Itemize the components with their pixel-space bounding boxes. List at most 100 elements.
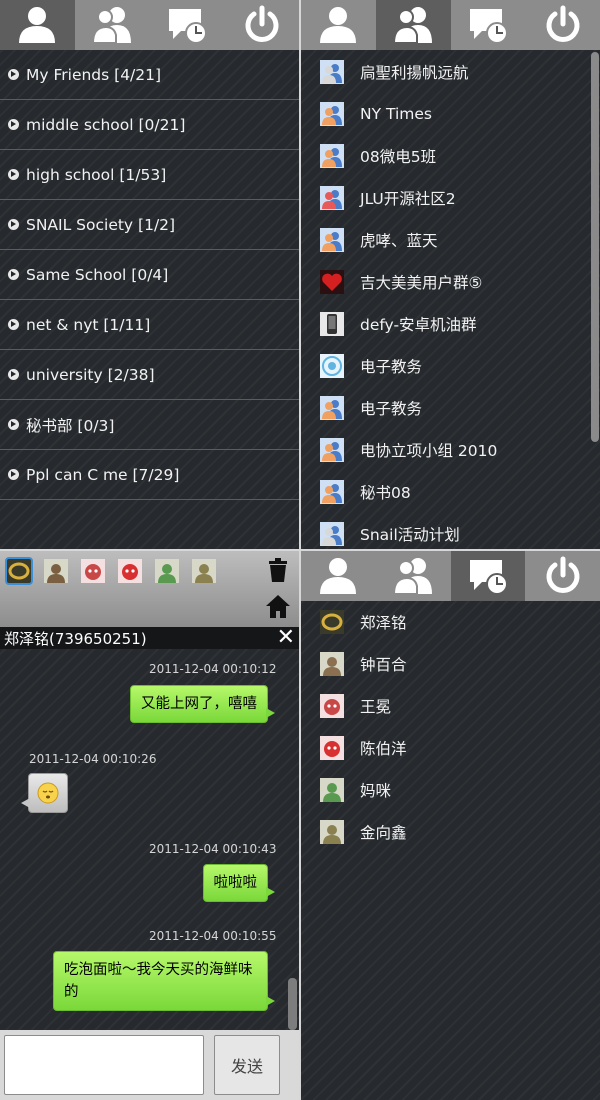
group-label: Same School [0/4] [26,265,169,284]
recent-chat-item[interactable]: 陈伯洋 [301,727,600,769]
recent-chats-panel: 郑泽铭钟百合 王冕 陈伯洋 妈咪金向鑫 [301,551,600,1100]
recent-chat-item[interactable]: 金向鑫 [301,811,600,853]
arrow-bullet-icon [8,69,19,80]
contact-name: 金向鑫 [360,824,407,842]
tab-groups[interactable] [375,0,451,50]
tab-recent-chats[interactable] [451,0,526,50]
avatar [320,354,344,378]
group-chat-name: 秘书08 [360,484,411,502]
group-chat-name: 电子教务 [360,400,423,418]
group-chat-item[interactable]: 虎哮、蓝天 [301,219,600,261]
group-label: high school [1/53] [26,165,167,184]
cartoon-avatar-icon [81,559,105,583]
close-icon[interactable]: ✕ [277,627,295,649]
avatar [320,610,344,634]
group-chat-item[interactable]: defy-安卓机油群 [301,303,600,345]
group-row[interactable]: My Friends [4/21] [0,50,299,100]
avatar [320,820,344,844]
group-label: net & nyt [1/11] [26,315,151,334]
group-icon [393,7,433,44]
person-icon [19,7,56,43]
chat-contact-avatar[interactable] [81,559,105,583]
tab-contacts[interactable] [0,0,75,50]
group-chat-item[interactable]: 电协立项小组 2010 [301,429,600,471]
home-icon[interactable] [265,593,291,619]
recent-chat-item[interactable]: 王冕 [301,685,600,727]
tab-contacts[interactable] [301,0,376,50]
group-icon [92,7,132,44]
chat-contact-avatar[interactable] [192,559,216,583]
tab-groups[interactable] [75,0,150,50]
group-avatar-icon [320,186,344,210]
group-row[interactable]: net & nyt [1/11] [0,300,299,350]
recent-chat-item[interactable]: 妈咪 [301,769,600,811]
tab-recent-chats[interactable] [150,0,225,50]
group-icon [393,558,433,595]
group-chat-item[interactable]: 电子教务 [301,345,600,387]
group-row[interactable]: university [2/38] [0,350,299,400]
avatar [320,694,344,718]
group-chat-name: Snail活动计划 [360,526,460,544]
arrow-bullet-icon [8,419,19,430]
tab-groups[interactable] [376,551,451,601]
avatar [320,102,344,126]
group-row[interactable]: middle school [0/21] [0,100,299,150]
group-chat-name: NY Times [360,105,432,123]
avatar [320,144,344,168]
person-icon [320,558,357,594]
heart-icon [320,270,344,294]
arrow-bullet-icon [8,169,19,180]
message-timestamp: 2011-12-04 00:10:26 [29,752,157,766]
avatar [320,270,344,294]
chat-contact-avatar[interactable] [5,557,33,585]
group-row[interactable]: SNAIL Society [1/2] [0,200,299,250]
arrow-bullet-icon [8,369,19,380]
group-row[interactable]: Same School [0/4] [0,250,299,300]
recent-chat-item[interactable]: 郑泽铭 [301,601,600,643]
group-chat-item[interactable]: 秘书08 [301,471,600,513]
group-chat-name: 08微电5班 [360,148,437,166]
group-chat-item[interactable]: 电子教务 [301,387,600,429]
tab-contacts[interactable] [301,551,376,601]
chat-title: 郑泽铭(739650251) [4,629,147,648]
recent-chat-item[interactable]: 钟百合 [301,643,600,685]
trash-icon[interactable] [265,557,291,583]
group-chat-item[interactable]: 吉大美美用户群⑤ [301,261,600,303]
group-chat-item[interactable]: JLU开源社区2 [301,177,600,219]
group-row[interactable]: 秘书部 [0/3] [0,400,299,450]
tab-logout[interactable] [224,0,299,50]
cartoon-avatar-icon [320,736,344,760]
group-chat-name: defy-安卓机油群 [360,316,477,334]
group-chat-item[interactable]: Snail活动计划 [301,513,600,549]
chat-contact-avatar[interactable] [155,559,179,583]
message-timestamp: 2011-12-04 00:10:12 [149,662,277,676]
group-avatar-icon [320,228,344,252]
group-chat-name: 吉大美美用户群⑤ [360,274,483,292]
school-logo-icon [320,354,344,378]
group-row[interactable]: high school [1/53] [0,150,299,200]
group-avatar-icon [320,522,344,546]
group-row[interactable]: Ppl can C me [7/29] [0,450,299,500]
tab-logout[interactable] [525,551,600,601]
group-chat-item[interactable]: NY Times [301,93,600,135]
tab-recent-chats[interactable] [450,551,526,601]
photo-avatar-icon [192,559,216,583]
group-chat-name: JLU开源社区2 [360,190,456,208]
message-input[interactable] [4,1035,204,1095]
avatar [320,778,344,802]
group-label: 秘书部 [0/3] [26,416,115,435]
ring-avatar-icon [320,610,344,634]
group-chat-item[interactable]: 扃聖利揚帆远航 [301,51,600,93]
scrollbar[interactable] [591,52,599,442]
person-icon [320,7,357,43]
chat-scrollbar[interactable] [288,978,297,1030]
contact-name: 郑泽铭 [360,614,407,632]
tab-logout[interactable] [525,0,600,50]
chat-contact-avatar[interactable] [44,559,68,583]
chat-contact-avatar[interactable] [118,559,142,583]
send-button[interactable]: 发送 [214,1035,280,1095]
chat-history-icon [168,9,207,44]
avatar [320,186,344,210]
group-chat-item[interactable]: 08微电5班 [301,135,600,177]
message-timestamp: 2011-12-04 00:10:43 [149,842,277,856]
